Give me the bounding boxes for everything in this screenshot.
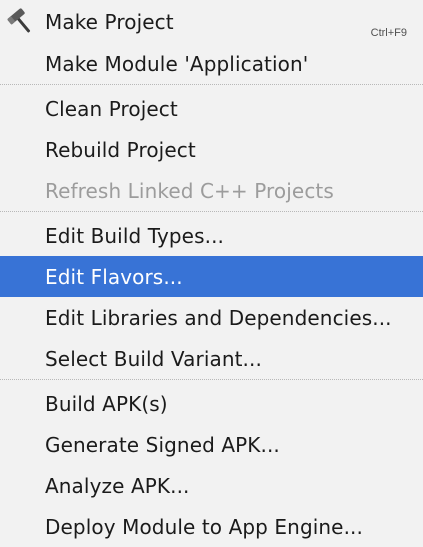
menu-item-label: Clean Project — [45, 96, 178, 121]
menu-item-select-build-variant[interactable]: Select Build Variant... — [0, 338, 423, 379]
menu-separator — [0, 379, 423, 380]
menu-separator — [0, 211, 423, 212]
menu-item-clean-project[interactable]: Clean Project — [0, 88, 423, 129]
menu-item-label: Make Module 'Application' — [45, 51, 309, 76]
menu-item-generate-signed-apk[interactable]: Generate Signed APK... — [0, 424, 423, 465]
menu-item-analyze-apk[interactable]: Analyze APK... — [0, 465, 423, 506]
menu-item-label: Analyze APK... — [45, 473, 190, 498]
menu-separator — [0, 84, 423, 85]
menu-item-label: Make Project — [45, 9, 174, 34]
hammer-icon — [6, 7, 36, 37]
menu-item-make-module[interactable]: Make Module 'Application' — [0, 43, 423, 84]
shortcut-label: Ctrl+F9 — [370, 27, 407, 39]
menu-item-label: Select Build Variant... — [45, 346, 262, 371]
menu-item-label: Edit Flavors... — [45, 264, 183, 289]
menu-item-label: Rebuild Project — [45, 137, 196, 162]
menu-item-label: Refresh Linked C++ Projects — [45, 178, 334, 203]
menu-item-label: Deploy Module to App Engine... — [45, 514, 363, 539]
menu-item-label: Edit Libraries and Dependencies... — [45, 305, 392, 330]
menu-item-refresh-linked-cpp-projects: Refresh Linked C++ Projects — [0, 170, 423, 211]
menu-item-deploy-module-to-app-engine[interactable]: Deploy Module to App Engine... — [0, 506, 423, 547]
menu-item-build-apks[interactable]: Build APK(s) — [0, 383, 423, 424]
menu-item-label: Generate Signed APK... — [45, 432, 280, 457]
menu-item-edit-build-types[interactable]: Edit Build Types... — [0, 215, 423, 256]
menu-item-edit-libraries-and-dependencies[interactable]: Edit Libraries and Dependencies... — [0, 297, 423, 338]
menu-item-edit-flavors[interactable]: Edit Flavors... — [0, 256, 423, 297]
build-menu: Make Project Ctrl+F9 Make Module 'Applic… — [0, 0, 423, 547]
menu-item-label: Edit Build Types... — [45, 223, 224, 248]
menu-item-label: Build APK(s) — [45, 391, 168, 416]
menu-item-rebuild-project[interactable]: Rebuild Project — [0, 129, 423, 170]
menu-item-make-project[interactable]: Make Project Ctrl+F9 — [0, 1, 423, 42]
